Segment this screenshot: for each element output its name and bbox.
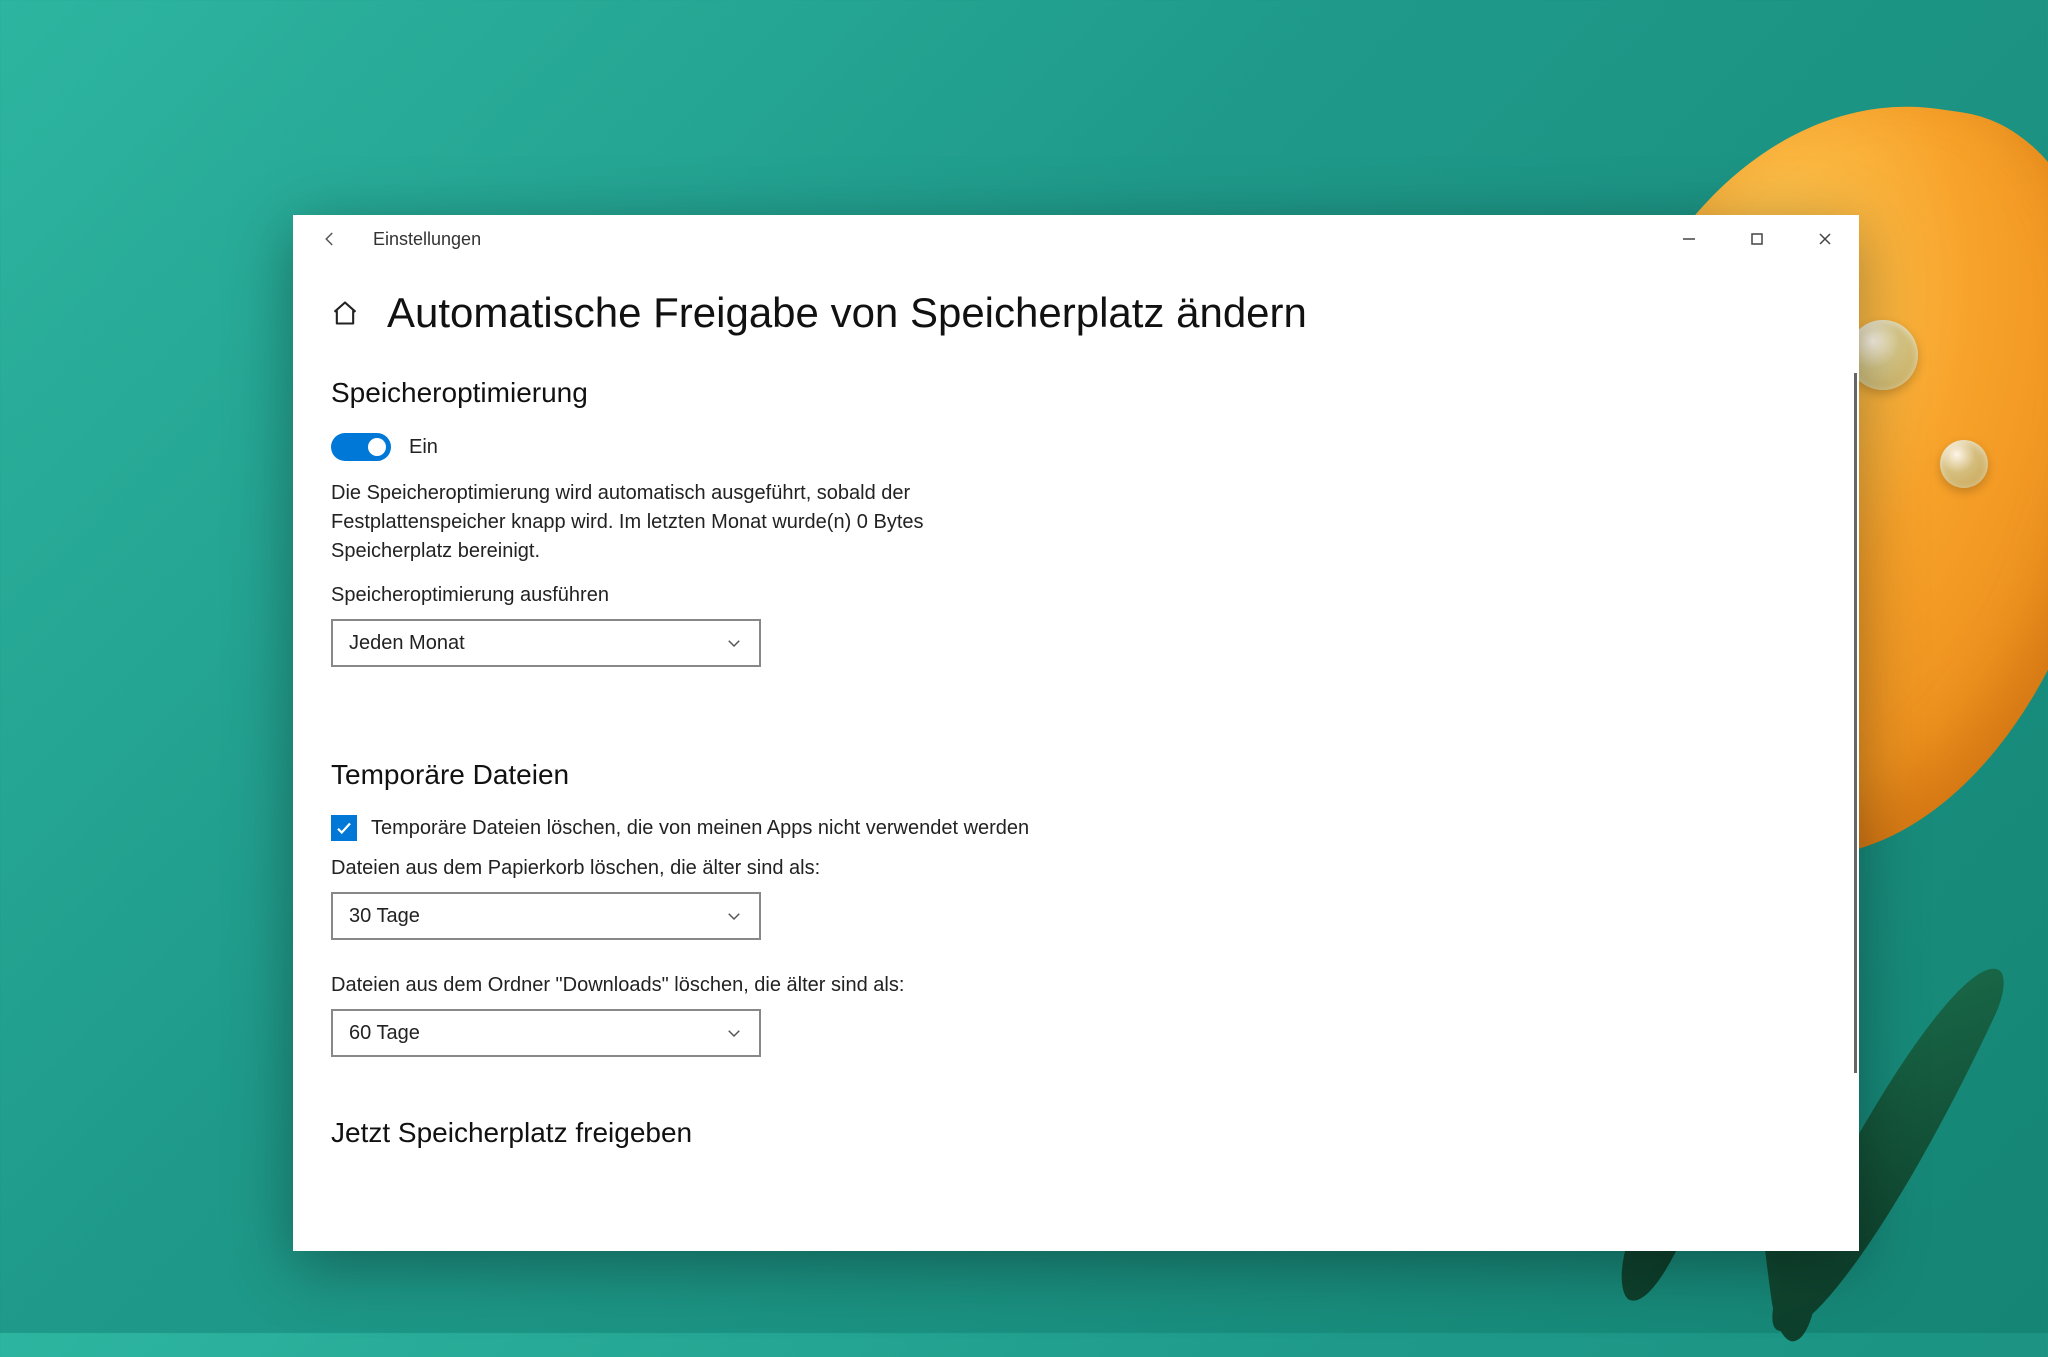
downloads-label: Dateien aus dem Ordner "Downloads" lösch… [331,974,1821,997]
chevron-down-icon [725,1024,743,1042]
close-icon [1818,232,1832,246]
section-temp-files-title: Temporäre Dateien [331,759,1821,791]
window-controls [1655,215,1859,263]
content-area: Automatische Freigabe von Speicherplatz … [293,263,1859,1251]
checkmark-icon [335,819,353,837]
maximize-button[interactable] [1723,215,1791,263]
app-title: Einstellungen [373,229,481,250]
delete-temp-files-label: Temporäre Dateien löschen, die von meine… [371,817,1029,840]
delete-temp-files-row: Temporäre Dateien löschen, die von meine… [331,815,1821,841]
recycle-bin-select[interactable]: 30 Tage [331,892,761,940]
storage-sense-toggle[interactable] [331,433,391,461]
home-icon[interactable] [331,299,359,327]
section-free-now-title: Jetzt Speicherplatz freigeben [331,1117,1821,1149]
titlebar[interactable]: Einstellungen [293,215,1859,263]
run-frequency-label: Speicheroptimierung ausführen [331,584,1821,607]
section-storage-sense-title: Speicheroptimierung [331,377,1821,409]
settings-window: Einstellungen Automatische Freigabe von … [293,215,1859,1251]
close-button[interactable] [1791,215,1859,263]
chevron-down-icon [725,907,743,925]
toggle-state-label: Ein [409,436,438,459]
recycle-bin-value: 30 Tage [349,905,420,928]
downloads-value: 60 Tage [349,1022,420,1045]
storage-sense-toggle-row: Ein [331,433,1821,461]
run-frequency-value: Jeden Monat [349,632,465,655]
downloads-select[interactable]: 60 Tage [331,1009,761,1057]
run-frequency-select[interactable]: Jeden Monat [331,619,761,667]
scrollbar[interactable] [1854,373,1857,1073]
page-header: Automatische Freigabe von Speicherplatz … [331,289,1821,337]
delete-temp-files-checkbox[interactable] [331,815,357,841]
page-title: Automatische Freigabe von Speicherplatz … [387,289,1307,337]
minimize-icon [1682,232,1696,246]
maximize-icon [1750,232,1764,246]
storage-sense-description: Die Speicheroptimierung wird automatisch… [331,479,1031,566]
back-button[interactable] [313,222,347,256]
arrow-left-icon [321,230,339,248]
chevron-down-icon [725,634,743,652]
minimize-button[interactable] [1655,215,1723,263]
toggle-knob [368,438,386,456]
recycle-bin-label: Dateien aus dem Papierkorb löschen, die … [331,857,1821,880]
